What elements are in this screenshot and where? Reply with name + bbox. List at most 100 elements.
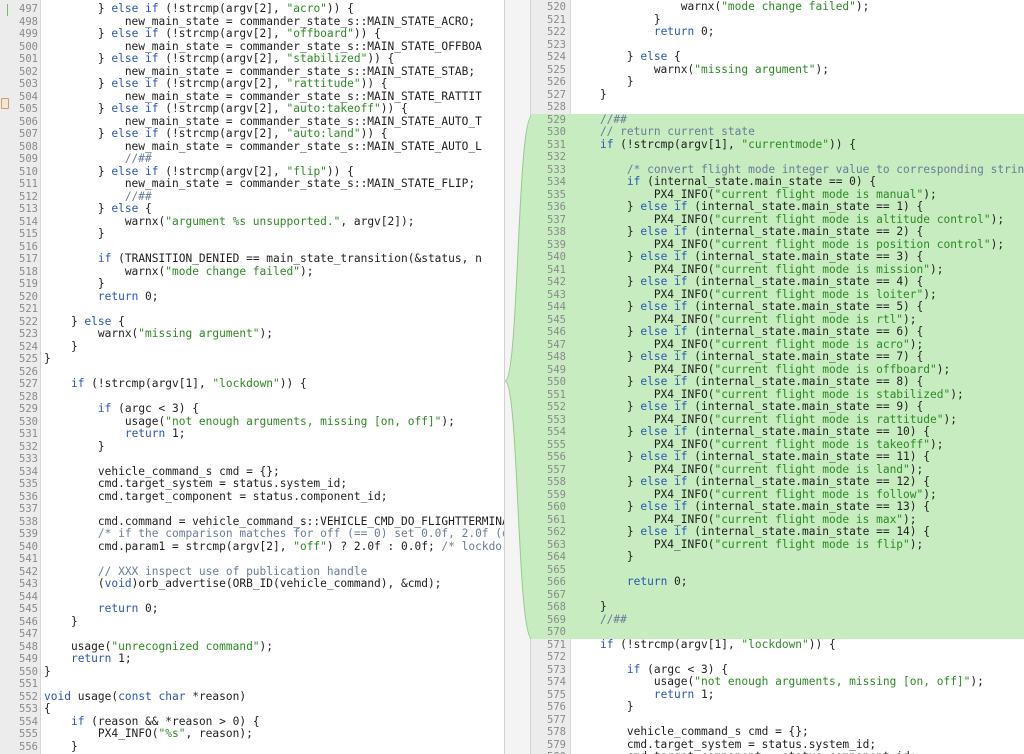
line-number: 525 bbox=[19, 353, 38, 365]
code-keyword: else if bbox=[640, 350, 688, 363]
code-line[interactable]: 531 if (!strcmp(argv[1], "currentmode"))… bbox=[531, 137, 1024, 151]
code-token: usage( bbox=[573, 675, 695, 688]
line-number: 537 bbox=[19, 503, 38, 515]
line-number: 532 bbox=[19, 440, 38, 453]
code-token: , reason); bbox=[185, 727, 253, 740]
code-line[interactable]: 546 } bbox=[0, 615, 504, 629]
code-token: cmd.target_component = status.component_… bbox=[573, 750, 917, 754]
code-line[interactable]: 576 } bbox=[531, 700, 1024, 714]
code-token: new_main_state = commander_state_s::MAIN… bbox=[44, 139, 482, 153]
code-keyword: else bbox=[640, 50, 668, 63]
code-string: "mode change failed" bbox=[165, 264, 300, 278]
code-comment: // XXX inspect use of publication handle bbox=[44, 564, 368, 578]
right-diff-pane[interactable]: 520 warnx("mode change failed"); 521 } 522… bbox=[531, 0, 1024, 754]
code-token: )) { bbox=[360, 127, 388, 140]
code-token: (!strcmp(argv[1], bbox=[84, 377, 213, 390]
code-line[interactable]: 524 } bbox=[0, 340, 504, 354]
code-line[interactable]: 552 void usage(const char *reason) bbox=[0, 689, 504, 704]
code-token: } bbox=[44, 52, 112, 65]
line-number: 523 bbox=[547, 38, 566, 51]
code-token: } bbox=[573, 600, 607, 613]
code-line[interactable]: 532 } bbox=[0, 440, 504, 454]
code-line[interactable]: 549 return 1; bbox=[0, 652, 504, 666]
code-line[interactable]: 564 } bbox=[531, 550, 1024, 564]
code-keyword: return bbox=[97, 289, 139, 303]
code-token: } bbox=[573, 425, 641, 438]
code-token: } bbox=[573, 300, 641, 313]
line-number: 497 bbox=[19, 3, 38, 15]
line-number: 509 bbox=[19, 153, 38, 165]
code-line[interactable]: 566 return 0; bbox=[531, 575, 1024, 589]
code-line[interactable]: 543 (void)orb_advertise(ORB_ID(vehicle_c… bbox=[0, 577, 504, 591]
code-text: } bbox=[44, 615, 78, 629]
code-keyword: return bbox=[70, 652, 112, 665]
line-number: 557 bbox=[547, 463, 566, 476]
line-number: 570 bbox=[547, 626, 566, 638]
line-number: 515 bbox=[19, 228, 38, 240]
code-token: (internal_state.main_state == 12) { bbox=[687, 475, 930, 488]
code-line[interactable]: 522 return 0; bbox=[531, 25, 1024, 39]
code-string: "lockdown" bbox=[741, 637, 809, 651]
line-number: 526 bbox=[19, 365, 38, 378]
code-token: ); bbox=[936, 362, 951, 376]
code-token: (TRANSITION_DENIED == main_state_transit… bbox=[111, 252, 482, 265]
code-token: new_main_state = commander_state_s::MAIN… bbox=[44, 114, 482, 128]
code-token: PX4_INFO( bbox=[573, 237, 715, 251]
code-line[interactable]: 515 } bbox=[0, 227, 504, 241]
code-line[interactable]: 520 return 0; bbox=[0, 289, 504, 304]
left-code-lines: 497 } else if (!strcmp(argv[2], "acro"))… bbox=[0, 2, 504, 754]
code-token: } bbox=[44, 164, 112, 178]
code-token: (internal_state.main_state == 1) { bbox=[687, 200, 924, 213]
code-keyword: else if bbox=[640, 425, 688, 438]
code-keyword: else if bbox=[640, 375, 688, 388]
code-line[interactable]: 540 cmd.param1 = strcmp(argv[2], "off") … bbox=[0, 540, 504, 554]
code-line[interactable]: 569 //## bbox=[531, 613, 1024, 626]
code-text: return 0; bbox=[44, 289, 159, 304]
code-keyword: else if bbox=[640, 475, 688, 488]
code-keyword: else if bbox=[640, 325, 688, 338]
line-number: 554 bbox=[547, 426, 566, 438]
code-string: "flip" bbox=[286, 164, 327, 178]
code-string: "not enough arguments, missing [on, off]… bbox=[165, 414, 442, 428]
line-number: 573 bbox=[547, 663, 566, 676]
code-keyword: void bbox=[44, 689, 71, 703]
code-keyword: else if bbox=[111, 102, 159, 115]
code-token: vehicle_command_s cmd = {}; bbox=[44, 464, 280, 478]
code-token: )) { bbox=[828, 137, 856, 151]
code-line[interactable]: 527 if (!strcmp(argv[1], "lockdown")) { bbox=[0, 377, 504, 391]
code-text: warnx("missing argument"); bbox=[44, 327, 273, 341]
code-token: 1; bbox=[165, 427, 186, 440]
code-token: 1; bbox=[694, 687, 715, 701]
code-line[interactable]: 527 } bbox=[531, 88, 1024, 102]
code-line[interactable]: 525} bbox=[0, 352, 504, 366]
code-keyword: void bbox=[104, 577, 132, 590]
code-line[interactable]: 556 } bbox=[0, 740, 504, 754]
line-number: 545 bbox=[19, 603, 38, 615]
code-token: (internal_state.main_state == 9) { bbox=[687, 400, 924, 413]
code-text: return 0; bbox=[573, 25, 715, 39]
line-number: 567 bbox=[547, 588, 566, 601]
line-number: 559 bbox=[547, 488, 566, 501]
line-number: 532 bbox=[547, 151, 566, 163]
code-token: )) { bbox=[808, 637, 836, 651]
code-keyword: else if bbox=[640, 300, 688, 313]
change-marker-icon[interactable] bbox=[1, 98, 9, 109]
code-string: "argument %s unsupported." bbox=[165, 214, 341, 228]
line-number: 545 bbox=[547, 313, 566, 326]
left-diff-pane[interactable]: 497 } else if (!strcmp(argv[2], "acro"))… bbox=[0, 0, 504, 754]
code-string: "current flight mode is rattitude" bbox=[714, 412, 944, 426]
code-token: } bbox=[573, 350, 641, 363]
code-token: ); bbox=[943, 412, 957, 426]
code-token: } bbox=[573, 475, 641, 488]
code-string: "current flight mode is mission" bbox=[714, 262, 930, 276]
code-keyword: else if bbox=[640, 525, 688, 538]
line-number: 568 bbox=[547, 601, 566, 613]
code-token: } bbox=[44, 2, 112, 15]
code-line[interactable]: 571 if (!strcmp(argv[1], "lockdown")) { bbox=[531, 637, 1024, 652]
code-line[interactable]: 550} bbox=[0, 665, 504, 679]
code-string: "rattitude" bbox=[286, 77, 361, 90]
code-token: PX4_INFO( bbox=[573, 512, 715, 526]
code-line[interactable]: 536 cmd.target_component = status.compon… bbox=[0, 490, 504, 504]
code-token: warnx( bbox=[44, 264, 166, 278]
line-number: 536 bbox=[19, 490, 38, 503]
